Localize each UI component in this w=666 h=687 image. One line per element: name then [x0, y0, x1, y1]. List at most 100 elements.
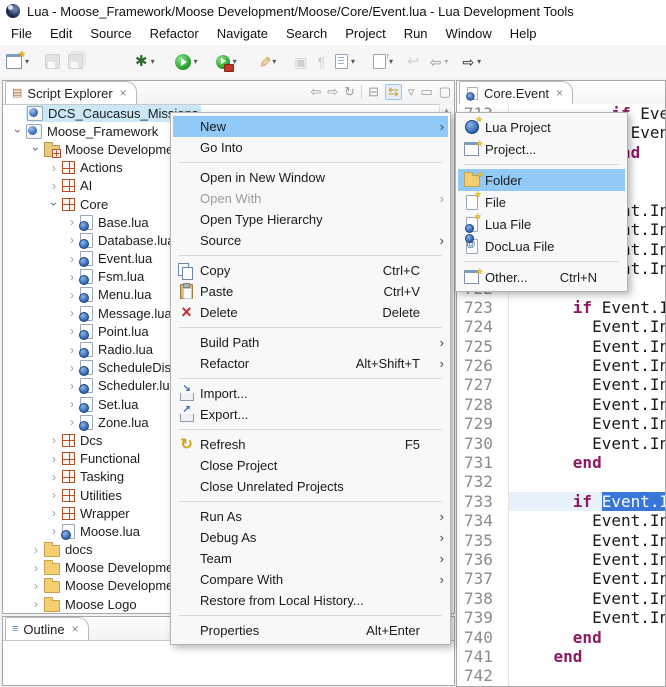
- context-menu-item-close-project[interactable]: Close Project: [173, 455, 448, 476]
- view-menu-icon[interactable]: ▿: [408, 85, 415, 99]
- debug-button[interactable]: ✱▾: [135, 50, 155, 74]
- expander-icon[interactable]: ›: [46, 433, 62, 447]
- code-line[interactable]: 734 Event.IniDCSGroup = Event.IniDCSUnit…: [457, 511, 665, 530]
- tab-script-explorer[interactable]: ▤ Script Explorer ×: [5, 81, 137, 104]
- menu-navigate[interactable]: Navigate: [209, 24, 276, 43]
- code-line[interactable]: 724 Event.IniDCSUnitName = Event.IniDCSU…: [457, 317, 665, 336]
- code-line[interactable]: 738 Event.IniPlayerName = Event.IniDCSUn…: [457, 589, 665, 608]
- code-line[interactable]: 735 Event.IniDCSGroupName = Event.IniDCS…: [457, 531, 665, 550]
- annotate-button[interactable]: ✎▾: [257, 50, 277, 74]
- link-with-editor-icon[interactable]: ⇆: [385, 84, 402, 100]
- dropdown-arrow-icon[interactable]: ▾: [444, 57, 448, 66]
- context-menu-item-restore-from-local-history[interactable]: Restore from Local History...: [173, 590, 448, 611]
- new-submenu-item-file[interactable]: File: [458, 191, 625, 213]
- expander-icon[interactable]: ›: [46, 452, 62, 466]
- context-menu-item-delete[interactable]: DeleteDelete: [173, 302, 448, 323]
- code-line[interactable]: 725 Event.IniUnitName = Event.IniDCSUnit…: [457, 337, 665, 356]
- code-line[interactable]: 727 Event.IniCoalition = Event.IniDCSUni…: [457, 375, 665, 394]
- menu-file[interactable]: File: [3, 24, 40, 43]
- expander-icon[interactable]: ›: [64, 361, 80, 375]
- context-menu-item-close-unrelated-projects[interactable]: Close Unrelated Projects: [173, 476, 448, 497]
- context-menu-item-compare-with[interactable]: Compare With›: [173, 569, 448, 590]
- code-line[interactable]: 737 Event.IniGroupName = Event.IniDCSGro…: [457, 569, 665, 588]
- mark-occurrences-button[interactable]: ▾: [335, 50, 355, 74]
- expander-icon[interactable]: ›: [64, 288, 80, 302]
- forward-icon[interactable]: ⇨: [327, 85, 338, 99]
- expander-icon[interactable]: ›: [46, 488, 62, 502]
- context-menu-item-source[interactable]: Source›: [173, 230, 448, 251]
- context-menu-item-refactor[interactable]: RefactorAlt+Shift+T›: [173, 353, 448, 374]
- expander-icon[interactable]: ›: [28, 597, 44, 611]
- maximize-icon[interactable]: ▢: [439, 85, 451, 99]
- context-menu-item-refresh[interactable]: RefreshF5: [173, 434, 448, 455]
- expander-icon[interactable]: ›: [46, 161, 62, 175]
- menu-edit[interactable]: Edit: [42, 24, 80, 43]
- new-submenu-item-project[interactable]: Project...: [458, 138, 625, 160]
- close-icon[interactable]: ×: [72, 622, 79, 636]
- tab-outline[interactable]: ≡ Outline ×: [5, 617, 89, 640]
- forward-history-button[interactable]: ⇨▾: [462, 50, 481, 74]
- expander-icon[interactable]: ›: [64, 343, 80, 357]
- code-line[interactable]: 730 Event.IniGroupName = Event.IniDCSGro…: [457, 434, 665, 453]
- code-line[interactable]: 741 end: [457, 647, 665, 666]
- menu-window[interactable]: Window: [438, 24, 500, 43]
- new-submenu-item-doclua-file[interactable]: DocLua File: [458, 235, 625, 257]
- dropdown-arrow-icon[interactable]: ▾: [272, 57, 276, 66]
- new-submenu-item-lua-file[interactable]: Lua File: [458, 213, 625, 235]
- expander-icon[interactable]: ›: [46, 506, 62, 520]
- expander-icon[interactable]: ›: [46, 470, 62, 484]
- expander-icon[interactable]: ›: [46, 179, 62, 193]
- context-menu-item-properties[interactable]: PropertiesAlt+Enter: [173, 620, 448, 641]
- back-icon[interactable]: ⇦: [310, 85, 321, 99]
- expander-icon[interactable]: ›: [64, 233, 80, 247]
- expander-icon[interactable]: ›: [64, 379, 80, 393]
- expander-icon[interactable]: ›: [46, 524, 62, 538]
- new-submenu-item-other[interactable]: Other...Ctrl+N: [458, 266, 625, 288]
- context-menu-item-run-as[interactable]: Run As›: [173, 506, 448, 527]
- collapse-all-icon[interactable]: ⊟: [368, 85, 379, 99]
- menu-project[interactable]: Project: [337, 24, 393, 43]
- code-line[interactable]: 728 Event.IniCategory = Event.IniDCSUnit…: [457, 395, 665, 414]
- code-line[interactable]: 739 Event.IniCoalition = Event.IniDCSUni…: [457, 608, 665, 627]
- context-menu-item-open-type-hierarchy[interactable]: Open Type Hierarchy: [173, 209, 448, 230]
- refresh-view-icon[interactable]: ↻: [344, 85, 355, 99]
- dropdown-arrow-icon[interactable]: ▾: [351, 57, 355, 66]
- menu-search[interactable]: Search: [278, 24, 335, 43]
- code-line[interactable]: 742: [457, 666, 665, 685]
- code-line[interactable]: 726 Event.IniUnit = UNIT:FindByName( Eve…: [457, 356, 665, 375]
- context-menu-item-open-in-new-window[interactable]: Open in New Window: [173, 167, 448, 188]
- expander-icon[interactable]: ›: [46, 197, 62, 211]
- expander-icon[interactable]: ›: [64, 415, 80, 429]
- code-line[interactable]: 733 if Event.IniDCSUnit then: [457, 492, 665, 511]
- close-icon[interactable]: ×: [556, 86, 563, 100]
- expander-icon[interactable]: ›: [64, 270, 80, 284]
- code-line[interactable]: 729 Event.IniTypeName = Event.IniDCSUnit…: [457, 414, 665, 433]
- context-menu-item-new[interactable]: New›: [173, 116, 448, 137]
- code-line[interactable]: 723 if Event.IniDCSUnit then: [457, 298, 665, 317]
- code-line[interactable]: 732: [457, 472, 665, 491]
- expander-icon[interactable]: ›: [28, 543, 44, 557]
- expander-icon[interactable]: ›: [28, 561, 44, 575]
- expander-icon[interactable]: ›: [64, 397, 80, 411]
- menu-run[interactable]: Run: [396, 24, 436, 43]
- minimize-icon[interactable]: ▭: [420, 85, 432, 99]
- expander-icon[interactable]: ›: [28, 579, 44, 593]
- dropdown-arrow-icon[interactable]: ▾: [477, 57, 481, 66]
- menu-refactor[interactable]: Refactor: [142, 24, 207, 43]
- dropdown-arrow-icon[interactable]: ▾: [194, 57, 198, 66]
- tab-core-event[interactable]: Core.Event ×: [459, 81, 573, 104]
- new-wizard-button[interactable]: ▾: [6, 50, 29, 74]
- expander-icon[interactable]: ›: [64, 215, 80, 229]
- context-menu-item-go-into[interactable]: Go Into: [173, 137, 448, 158]
- context-menu-item-paste[interactable]: PasteCtrl+V: [173, 281, 448, 302]
- context-menu-item-debug-as[interactable]: Debug As›: [173, 527, 448, 548]
- expander-icon[interactable]: ›: [10, 124, 26, 138]
- new-submenu-item-lua-project[interactable]: Lua Project: [458, 116, 625, 138]
- new-submenu-item-folder[interactable]: Folder: [458, 169, 625, 191]
- external-tools-button[interactable]: ▾: [216, 50, 237, 74]
- expander-icon[interactable]: ›: [64, 252, 80, 266]
- expander-icon[interactable]: ›: [28, 142, 44, 156]
- close-icon[interactable]: ×: [120, 86, 127, 100]
- code-line[interactable]: 740 end: [457, 628, 665, 647]
- menu-source[interactable]: Source: [82, 24, 139, 43]
